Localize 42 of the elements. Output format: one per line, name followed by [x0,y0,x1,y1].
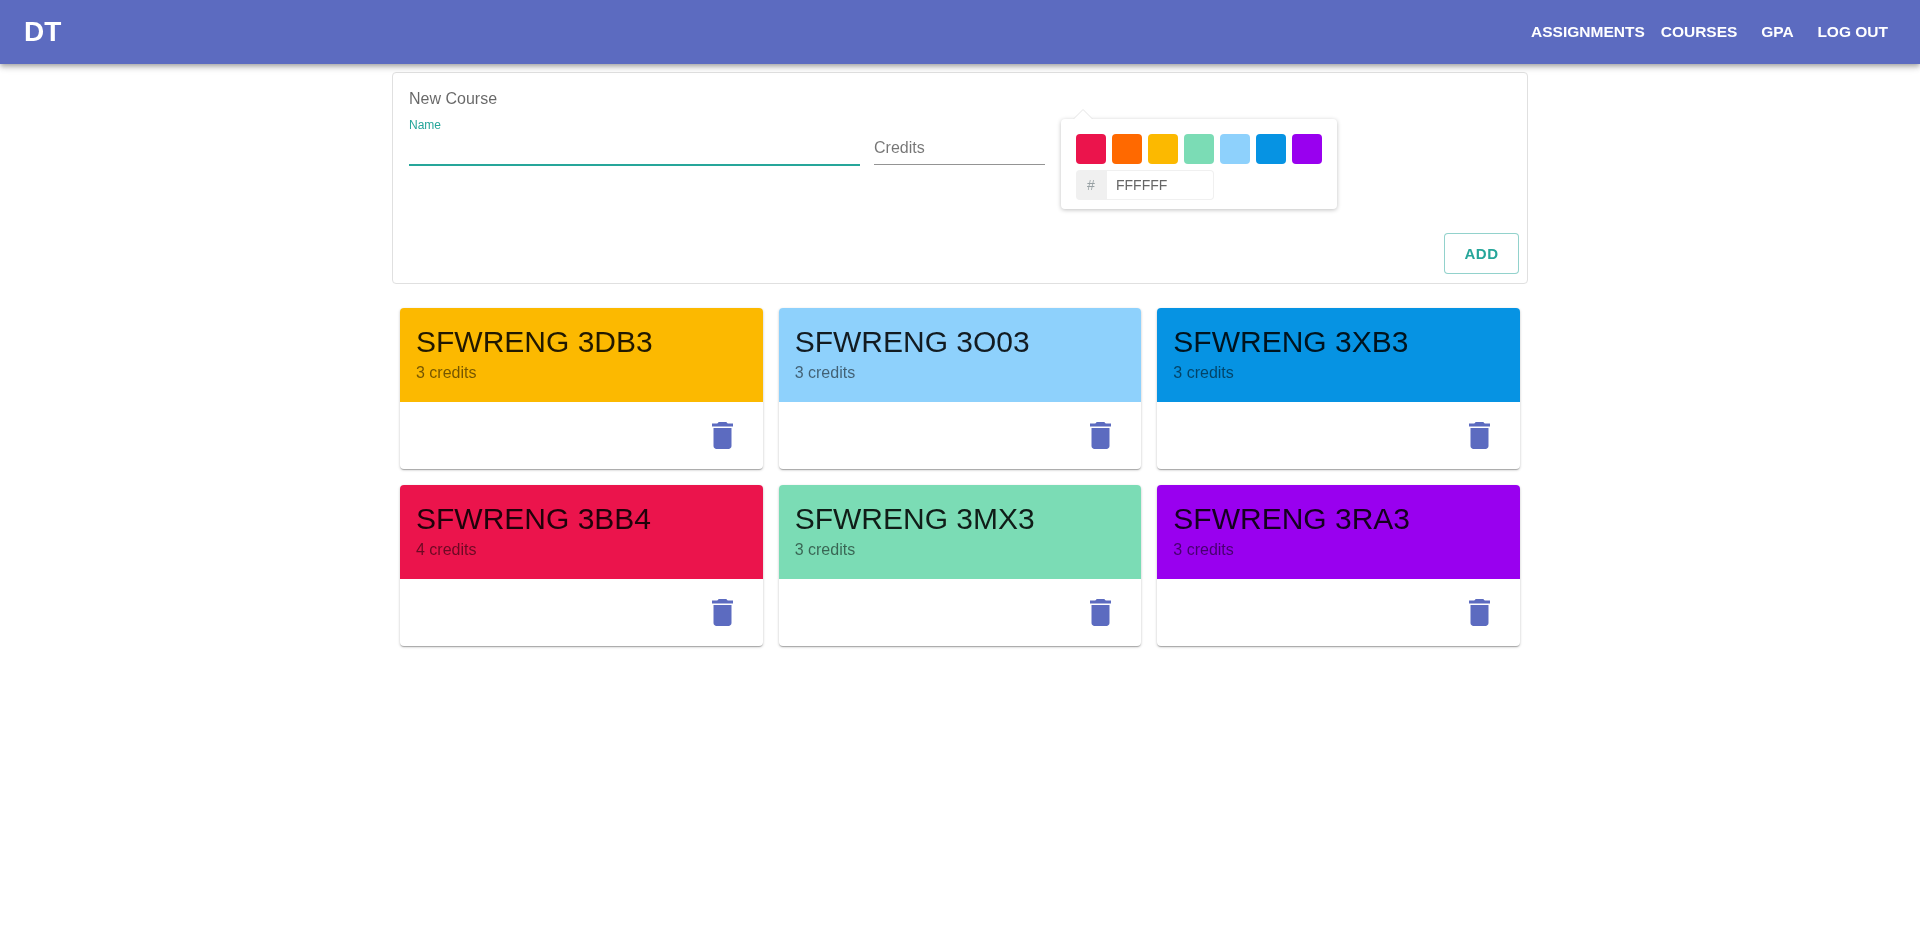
credits-field[interactable]: Credits [874,110,1045,165]
course-credits: 3 credits [416,363,477,383]
course-credits: 3 credits [1173,540,1234,560]
form-title: New Course [409,89,498,109]
trash-icon [1090,599,1112,626]
delete-button[interactable] [1469,422,1490,449]
add-button[interactable]: ADD [1444,233,1519,274]
name-field[interactable]: Name [409,110,860,166]
course-credits: 3 credits [794,540,856,560]
color-swatch-icon[interactable] [1184,134,1214,164]
delete-button[interactable] [711,422,733,449]
nav-link[interactable]: COURSES [1652,17,1746,47]
hash-prefix: # [1076,170,1106,200]
delete-button[interactable] [1090,422,1112,449]
hex-input-field[interactable]: FFFFFF [1106,170,1214,200]
trash-icon [1469,599,1490,626]
course-credits: 3 credits [794,363,856,383]
color-swatch-icon[interactable] [1076,134,1106,164]
nav-link[interactable]: LOG OUT [1809,17,1896,47]
color-swatch-icon[interactable] [1148,134,1178,164]
course-title: SFWRENG 3RA3 [1173,501,1411,536]
color-swatch-icon[interactable] [1256,134,1286,164]
delete-button[interactable] [1469,599,1490,626]
color-swatch-icon[interactable] [1112,134,1142,164]
trash-icon [1469,422,1490,449]
color-swatch-icon[interactable] [1292,134,1322,164]
course-title: SFWRENG 3MX3 [794,501,1035,536]
course-title: SFWRENG 3O03 [794,324,1030,359]
nav-link[interactable]: GPA [1745,17,1810,47]
app-logo: DT [24,16,62,48]
color-swatch-icon[interactable] [1220,134,1250,164]
delete-button[interactable] [1090,599,1112,626]
course-title: SFWRENG 3DB3 [416,324,653,359]
course-title: SFWRENG 3BB4 [416,501,652,536]
course-credits: 3 credits [1173,363,1234,383]
delete-button[interactable] [711,599,733,626]
trash-icon [711,422,733,449]
course-credits: 4 credits [416,540,477,560]
trash-icon [711,599,733,626]
nav-link[interactable]: ASSIGNMENTS [1523,17,1653,47]
trash-icon [1090,422,1112,449]
course-title: SFWRENG 3XB3 [1173,324,1409,359]
